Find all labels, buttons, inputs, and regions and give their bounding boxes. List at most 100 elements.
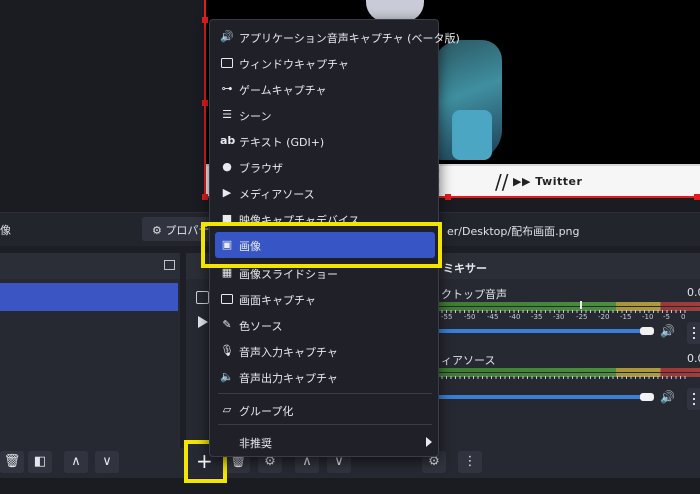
mixer-menu-button[interactable] xyxy=(687,388,700,410)
tick-label: -55 xyxy=(441,313,453,321)
remove-scene-button[interactable]: 🗑 xyxy=(0,451,24,473)
mixer-title: ミキサー xyxy=(443,262,487,275)
mixer-channel-db: 0.0 xyxy=(687,286,700,299)
highlight-image-item xyxy=(201,222,442,268)
tick-label: -20 xyxy=(598,313,610,321)
slideshow-icon: ▦ xyxy=(221,266,233,279)
selection-border-left xyxy=(204,0,206,198)
mixer-menu-button[interactable] xyxy=(687,322,700,344)
mixer-menu-button[interactable]: ⋮ xyxy=(458,451,482,473)
scenes-dock xyxy=(0,253,180,448)
menu-item-group[interactable]: ▱ グループ化 xyxy=(210,397,440,423)
source-name-label: 像 xyxy=(0,224,11,237)
menu-item-scene[interactable]: ☰ シーン xyxy=(210,102,440,128)
volume-slider-handle[interactable] xyxy=(640,327,654,335)
scenes-dock-header xyxy=(0,253,180,279)
menu-item-label: アプリケーション音声キャプチャ (ベータ版) xyxy=(239,32,460,45)
tick-label: 0 xyxy=(681,313,686,321)
window-icon xyxy=(220,56,234,70)
menu-item-display-capture[interactable]: 画面キャプチャ xyxy=(210,286,440,312)
resize-handle[interactable] xyxy=(202,17,208,23)
volume-icon[interactable]: 🔊 xyxy=(660,324,675,338)
submenu-arrow-icon xyxy=(426,437,432,447)
media-source-icon xyxy=(198,316,208,328)
meter-peak-marker xyxy=(580,301,582,309)
mixer-channel-db: 0.0 xyxy=(687,352,700,365)
resize-handle[interactable] xyxy=(445,194,451,200)
volume-slider[interactable] xyxy=(437,395,642,399)
menu-item-label: ウィンドウキャプチャ xyxy=(239,58,349,71)
scene-list-item-selected[interactable] xyxy=(0,283,178,311)
menu-item-label: シーン xyxy=(239,110,272,123)
menu-item-label: 画像スライドショー xyxy=(239,268,338,281)
tick-label: -15 xyxy=(620,313,632,321)
menu-item-label: メディアソース xyxy=(239,188,315,201)
resize-handle[interactable] xyxy=(694,194,700,200)
globe-icon: ● xyxy=(222,160,232,173)
menu-item-color-source[interactable]: ✎ 色ソース xyxy=(210,312,440,338)
brush-icon: ✎ xyxy=(222,318,232,331)
scene-filters-button[interactable]: ◧ xyxy=(28,451,52,473)
list-icon: ☰ xyxy=(222,108,232,121)
gear-icon: ⚙ xyxy=(152,224,162,237)
menu-item-label: ブラウザ xyxy=(239,162,283,175)
menu-item-label: 色ソース xyxy=(239,320,283,333)
move-scene-up-button[interactable]: ∧ xyxy=(64,451,88,473)
banner-slash: // xyxy=(495,170,509,194)
tick-label: -10 xyxy=(642,313,654,321)
tick-label: -25 xyxy=(576,313,588,321)
menu-item-browser[interactable]: ● ブラウザ xyxy=(210,154,440,180)
tick-label: -35 xyxy=(531,313,543,321)
tick-label: -30 xyxy=(553,313,565,321)
banner-twitter-label: ▶▶ Twitter xyxy=(513,175,583,188)
speaker-icon: 🔈 xyxy=(220,370,234,383)
menu-item-label: グループ化 xyxy=(239,405,294,418)
menu-item-text[interactable]: ab テキスト (GDI+) xyxy=(210,128,440,154)
mixer-channel-name: ィアソース xyxy=(441,354,496,367)
menu-item-window-capture[interactable]: ウィンドウキャプチャ xyxy=(210,50,440,76)
meter-ticks: -55 -50 -45 -40 -35 -30 -25 -20 -15 -10 … xyxy=(437,309,687,323)
play-icon: ▶ xyxy=(222,186,232,199)
menu-separator xyxy=(218,424,432,425)
audio-mixer-dock: ミキサー クトップ音声 0.0 -55 -50 -45 -40 -35 -30 … xyxy=(437,253,700,448)
menu-item-media-source[interactable]: ▶ メディアソース xyxy=(210,180,440,206)
menu-item-label: ゲームキャプチャ xyxy=(239,84,327,97)
text-icon: ab xyxy=(220,134,236,147)
menu-item-label: 音声出力キャプチャ xyxy=(239,372,338,385)
move-scene-down-button[interactable]: ∨ xyxy=(95,451,119,473)
obs-window: // ▶▶ Twitter 像 ⚙ プロパティ er/Desktop/配布画面.… xyxy=(0,0,700,494)
volume-slider-handle[interactable] xyxy=(640,393,654,401)
menu-item-audio-output-capture[interactable]: 🔈 音声出力キャプチャ xyxy=(210,364,440,390)
menu-separator xyxy=(218,393,432,394)
tick-label: -40 xyxy=(509,313,521,321)
volume-icon[interactable]: 🔊 xyxy=(660,390,675,404)
tick-label: -50 xyxy=(464,313,476,321)
menu-item-deprecated[interactable]: 非推奨 xyxy=(210,429,440,455)
volume-meter xyxy=(437,302,700,306)
audio-capture-icon: 🔊 xyxy=(220,30,234,43)
folder-icon: ▱ xyxy=(222,403,232,416)
menu-item-app-audio-capture[interactable]: 🔊 アプリケーション音声キャプチャ (ベータ版) xyxy=(210,24,460,50)
menu-item-label: 非推奨 xyxy=(239,437,272,450)
gamepad-icon: ⊶ xyxy=(221,82,233,95)
mixer-channel-name: クトップ音声 xyxy=(441,288,507,301)
float-dock-icon[interactable] xyxy=(164,260,175,270)
character-sleeve xyxy=(452,110,492,160)
volume-meter xyxy=(437,368,700,372)
menu-item-label: 画面キャプチャ xyxy=(239,294,316,307)
resize-handle[interactable] xyxy=(202,100,208,106)
menu-item-game-capture[interactable]: ⊶ ゲームキャプチャ xyxy=(210,76,440,102)
file-path-label: er/Desktop/配布画面.png xyxy=(447,225,580,238)
menu-item-label: テキスト (GDI+) xyxy=(239,136,325,149)
resize-handle[interactable] xyxy=(202,194,208,200)
image-source-icon xyxy=(196,291,209,304)
meter-tick-lines xyxy=(437,376,687,379)
tick-label: -45 xyxy=(487,313,499,321)
mic-icon: 🎙 xyxy=(220,344,234,357)
tick-label: -5 xyxy=(663,313,670,321)
status-footer xyxy=(0,478,700,494)
menu-item-label: 音声入力キャプチャ xyxy=(239,346,338,359)
monitor-icon xyxy=(220,292,234,306)
volume-slider[interactable] xyxy=(437,329,642,333)
menu-item-audio-input-capture[interactable]: 🎙 音声入力キャプチャ xyxy=(210,338,440,364)
